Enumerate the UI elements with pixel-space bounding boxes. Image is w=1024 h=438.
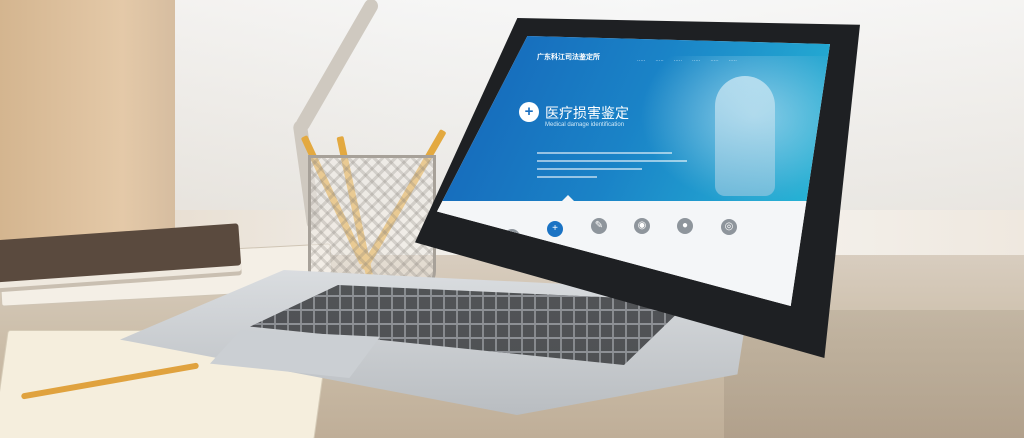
hero-subtitle: Medical damage identification — [545, 122, 625, 128]
site-nav: ····· ····· ····· ····· ····· ····· — [637, 58, 737, 64]
wooden-wall — [0, 0, 175, 250]
hero-title: 医疗损害鉴定 — [545, 105, 629, 121]
nav-item[interactable]: ····· — [729, 58, 737, 64]
site-brand: 广东科江司法鉴定所 — [537, 54, 600, 61]
nav-item[interactable]: ····· — [692, 58, 700, 64]
eye-icon: ◉ — [634, 218, 650, 234]
nav-item[interactable]: ····· — [674, 58, 682, 64]
mesh-pencil-cup — [308, 155, 436, 291]
plus-icon: + — [547, 221, 563, 237]
scene: 广东科江司法鉴定所 ····· ····· ····· ····· ····· … — [0, 0, 1024, 438]
service-item[interactable]: ✎ — [579, 218, 619, 239]
service-item[interactable]: ◉ — [622, 218, 662, 239]
fingerprint-icon: ◎ — [721, 219, 737, 235]
service-item[interactable]: + — [535, 221, 575, 242]
syringe-icon: ✎ — [591, 218, 607, 234]
nav-item[interactable]: ····· — [637, 58, 645, 64]
nav-item[interactable]: ····· — [655, 58, 663, 64]
service-item[interactable]: ● — [665, 218, 705, 239]
hero-description — [537, 146, 687, 184]
nav-item[interactable]: ····· — [710, 58, 718, 64]
doctor-figure — [715, 76, 775, 196]
medical-cross-icon: + — [519, 102, 539, 122]
service-item[interactable]: ◎ — [709, 219, 749, 240]
person-icon: ● — [677, 218, 693, 234]
